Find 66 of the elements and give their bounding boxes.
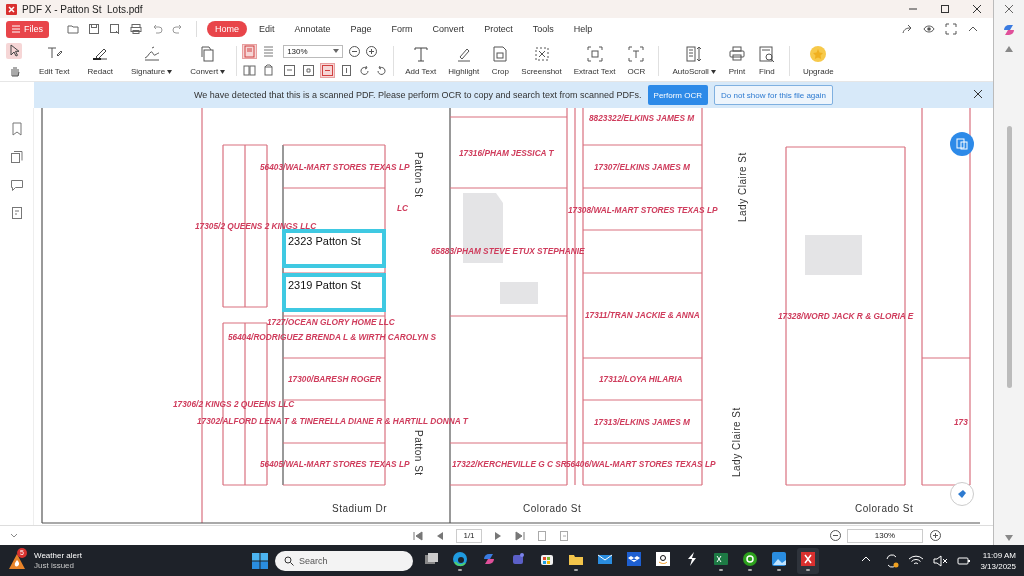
street-label: Colorado St — [855, 503, 914, 515]
zoom-field[interactable]: 130% — [847, 528, 923, 543]
toolbar-button[interactable]: Find — [752, 45, 781, 76]
files-button[interactable]: Files — [6, 20, 49, 38]
parcel-label: 1727/OCEAN GLORY HOME LLC — [267, 317, 395, 327]
menu-tab[interactable]: Protect — [476, 21, 521, 37]
toolbar-button[interactable]: OCR — [622, 45, 651, 76]
parcel-label: 17302/ALFORD LENA T & TINERELLA DIANE R & HARTILL DONNA T — [197, 416, 468, 426]
parcel-label: 173 — [954, 417, 968, 427]
weather-title: Weather alert — [34, 550, 82, 561]
parcel-label: 17316/PHAM JESSICA T — [459, 148, 554, 158]
parcel-label: 17311/TRAN JACKIE & ANNA — [585, 310, 700, 320]
parcel-label: 56404/RODRIGUEZ BRENDA L & WIRTH CAROLYN S — [228, 332, 437, 342]
toolbar-button[interactable]: Convert — [185, 45, 231, 76]
toolbar-button[interactable]: Highlight — [443, 45, 485, 76]
parcel-label: 56406/WAL-MART STORES TEXAS LP — [566, 459, 716, 469]
clock-time: 11:09 AM — [982, 549, 1016, 561]
menu-tab[interactable]: Annotate — [286, 21, 339, 37]
street-label: Patton St — [412, 152, 424, 198]
address-label: 2319 Patton St — [282, 273, 386, 312]
perform-ocr-button[interactable]: Perform OCR — [647, 85, 709, 105]
toolbar-button[interactable]: Extract Text — [568, 45, 621, 76]
street-label: Stadium Dr — [332, 503, 387, 515]
street-label: Lady Claire St — [731, 407, 743, 477]
parcel-label: 17306/2 KINGS 2 QUEENS LLC — [173, 399, 295, 409]
menu-tab[interactable]: Edit — [251, 21, 283, 37]
menu-tab[interactable]: Home — [207, 21, 248, 37]
street-label: Colorado St — [523, 503, 582, 515]
banner-message: We have detected that this is a scanned PDF. Please perform OCR to copy and search text from scanned PDFs. — [194, 90, 642, 100]
menu-tab[interactable]: Convert — [424, 21, 473, 37]
parcel-label: 8823322/ELKINS JAMES M — [589, 113, 695, 123]
page-number-field[interactable]: 1/1 — [456, 528, 482, 543]
parcel-label: 17322/KERCHEVILLE G C SR — [452, 459, 567, 469]
toolbar-button[interactable]: AutoScroll — [667, 45, 721, 76]
parcel-label: 17313/ELKINS JAMES M — [594, 417, 690, 427]
toolbar-button[interactable]: Screenshot — [516, 45, 567, 76]
parcel-label: 17300/BARESH ROGER — [288, 374, 382, 384]
toolbar-button[interactable]: Crop — [486, 45, 515, 76]
parcel-label: 56403/WAL-MART STORES TEXAS LP — [260, 162, 410, 172]
parcel-label: LC — [397, 203, 409, 213]
toolbar-button[interactable]: Upgrade — [797, 45, 839, 76]
parcel-label: 56405/WAL-MART STORES TEXAS LP — [260, 459, 410, 469]
menu-tab[interactable]: Help — [565, 21, 601, 37]
address-label: 2323 Patton St — [282, 229, 386, 268]
parcel-label: 17305/2 QUEENS 2 KINGS LLC — [195, 221, 317, 231]
street-label: Patton St — [412, 430, 424, 476]
window-title: PDF X - Patton St Lots.pdf — [22, 3, 144, 15]
menu-tab[interactable]: Tools — [524, 21, 562, 37]
street-label: Lady Claire St — [737, 152, 749, 222]
toolbar-button[interactable]: Edit Text — [34, 45, 75, 76]
menu-tab[interactable]: Form — [383, 21, 421, 37]
dismiss-button[interactable]: Do not show for this file again — [714, 85, 833, 105]
toolbar-button[interactable]: Add Text — [400, 45, 442, 76]
toolbar-button[interactable]: Signature — [125, 45, 178, 76]
toolbar-button[interactable]: Print — [722, 45, 751, 76]
clock-date: 3/13/2025 — [980, 560, 1016, 572]
parcel-label: 17307/ELKINS JAMES M — [594, 162, 690, 172]
weather-subtitle: Just issued — [34, 560, 76, 571]
parcel-label: 17328/WORD JACK R & GLORIA E — [778, 311, 914, 321]
parcel-label: 17312/LOYA HILARIA — [599, 374, 683, 384]
menu-tab[interactable]: Page — [342, 21, 380, 37]
parcel-label: 65883/PHAM STEVE ETUX STEPHANIE — [431, 246, 585, 256]
zoom-dropdown[interactable]: 130% — [283, 44, 344, 58]
search-field[interactable]: Search — [274, 550, 413, 571]
parcel-label: 17308/WAL-MART STORES TEXAS LP — [568, 205, 718, 215]
toolbar-button[interactable]: Redact — [82, 45, 118, 76]
